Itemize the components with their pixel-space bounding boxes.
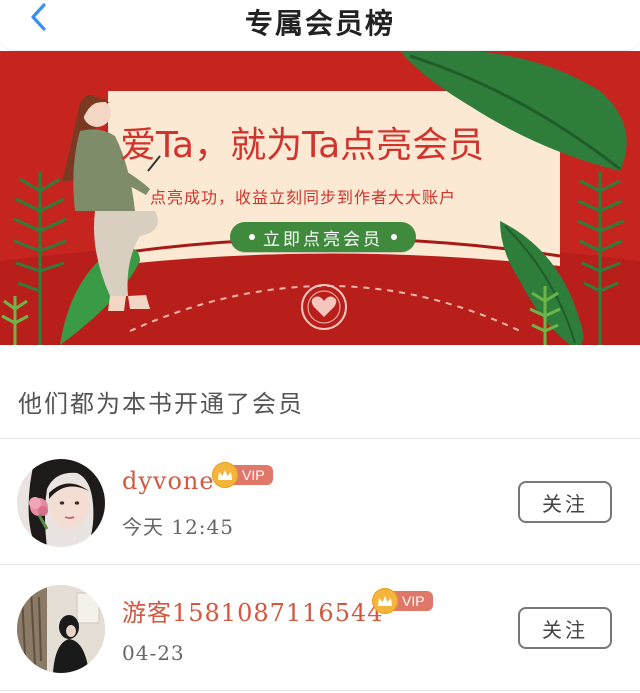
member-row[interactable]: dyvone VIP 今天 12:45 关注 [0,439,640,565]
cta-label: 立即点亮会员 [263,229,383,250]
member-time: 今天 12:45 [122,515,234,539]
member-time: 04-23 [122,641,185,665]
follow-button[interactable]: 关注 [518,481,612,523]
page-title: 专属会员榜 [244,7,395,40]
crown-icon [372,588,398,614]
vip-badge: VIP [372,588,433,614]
member-name[interactable]: 游客15810871165​44 [122,593,384,628]
avatar[interactable] [17,585,105,673]
banner-subtitle: 点亮成功，收益立刻同步到作者大大账户 [150,188,457,207]
avatar-image [17,585,105,673]
light-up-membership-button[interactable]: 立即点亮会员 [230,222,416,252]
crown-icon [212,462,238,488]
avatar-image [17,459,105,547]
top-nav-bar: 专属会员榜 [0,0,640,51]
banner-headline: 爱Ta，就为Ta点亮会员 [120,125,485,166]
follow-button[interactable]: 关注 [518,607,612,649]
promo-banner[interactable]: 爱Ta，就为Ta点亮会员 点亮成功，收益立刻同步到作者大大账户 立即点亮会员 [0,51,640,345]
vip-badge: VIP [212,462,273,488]
member-name[interactable]: dyvone [122,467,215,495]
dot-icon [249,234,255,240]
dot-icon [391,234,397,240]
avatar[interactable] [17,459,105,547]
member-row[interactable]: 游客15810871165​44 VIP 04-23 关注 [0,565,640,691]
section-title: 他们都为本书开通了会员 [18,390,304,418]
